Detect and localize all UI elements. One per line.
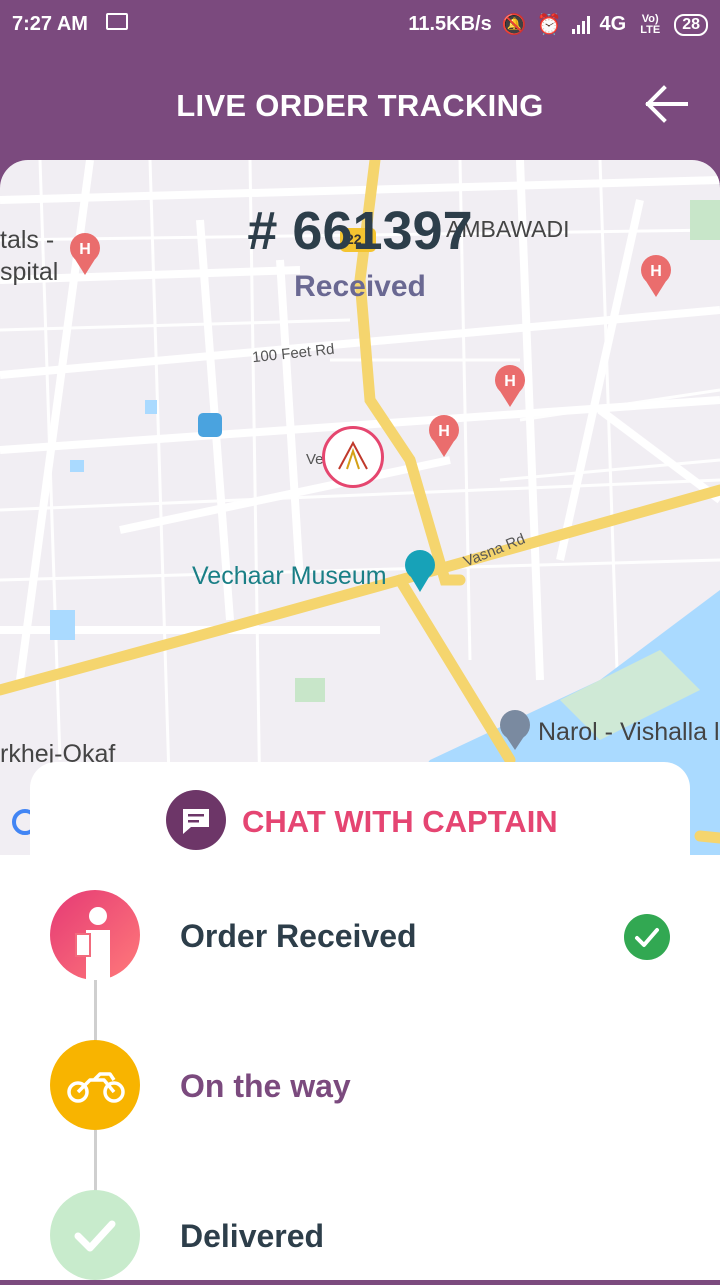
step-connector bbox=[94, 1130, 97, 1195]
delivered-check-icon bbox=[50, 1190, 140, 1280]
network-type: 4G bbox=[599, 13, 627, 35]
volte-badge: Vo) LTE bbox=[640, 12, 661, 36]
captain-marker[interactable] bbox=[322, 426, 384, 488]
order-status: Received bbox=[294, 270, 426, 303]
signal-icon bbox=[571, 15, 590, 34]
back-arrow-icon[interactable] bbox=[642, 80, 690, 128]
chat-bubble-icon[interactable] bbox=[166, 790, 226, 850]
step-label-delivered: Delivered bbox=[180, 1218, 325, 1254]
map-label-narol[interactable]: Narol - Vishalla l bbox=[538, 718, 720, 747]
step-connector bbox=[94, 980, 97, 1045]
status-time: 7:27 AM bbox=[12, 13, 88, 35]
captain-logo-icon bbox=[338, 440, 368, 470]
app-header: LIVE ORDER TRACKING bbox=[0, 48, 720, 160]
step-label-on-the-way: On the way bbox=[180, 1068, 351, 1104]
mute-icon: 🔕 bbox=[501, 14, 527, 36]
map-road-label: Ve bbox=[306, 451, 324, 468]
battery-icon: 28 bbox=[674, 13, 708, 36]
svg-text:H: H bbox=[438, 423, 450, 440]
svg-text:H: H bbox=[504, 373, 516, 390]
map-view[interactable]: HHHH tals - spital AMBAWADI 100 Feet Rd … bbox=[0, 160, 720, 860]
step-label-order-received: Order Received bbox=[180, 918, 417, 954]
mail-icon bbox=[106, 13, 128, 30]
alarm-icon: ⏰ bbox=[536, 14, 562, 36]
chat-with-captain-button[interactable]: CHAT WITH CAPTAIN bbox=[242, 804, 558, 840]
chat-card[interactable]: CHAT WITH CAPTAIN bbox=[30, 762, 690, 882]
check-circle-icon bbox=[624, 914, 670, 960]
map-label-museum[interactable]: Vechaar Museum bbox=[192, 562, 387, 591]
network-speed: 11.5KB/s bbox=[408, 13, 492, 35]
status-bar: 7:27 AM 11.5KB/s 🔕 ⏰ 4G Vo) LTE 28 bbox=[0, 0, 720, 48]
order-number: # 661397 bbox=[247, 201, 473, 261]
order-received-icon bbox=[50, 890, 140, 980]
page-title: LIVE ORDER TRACKING bbox=[176, 88, 544, 123]
status-right: 11.5KB/s 🔕 ⏰ 4G Vo) LTE 28 bbox=[408, 12, 708, 37]
motorbike-icon bbox=[50, 1040, 140, 1130]
